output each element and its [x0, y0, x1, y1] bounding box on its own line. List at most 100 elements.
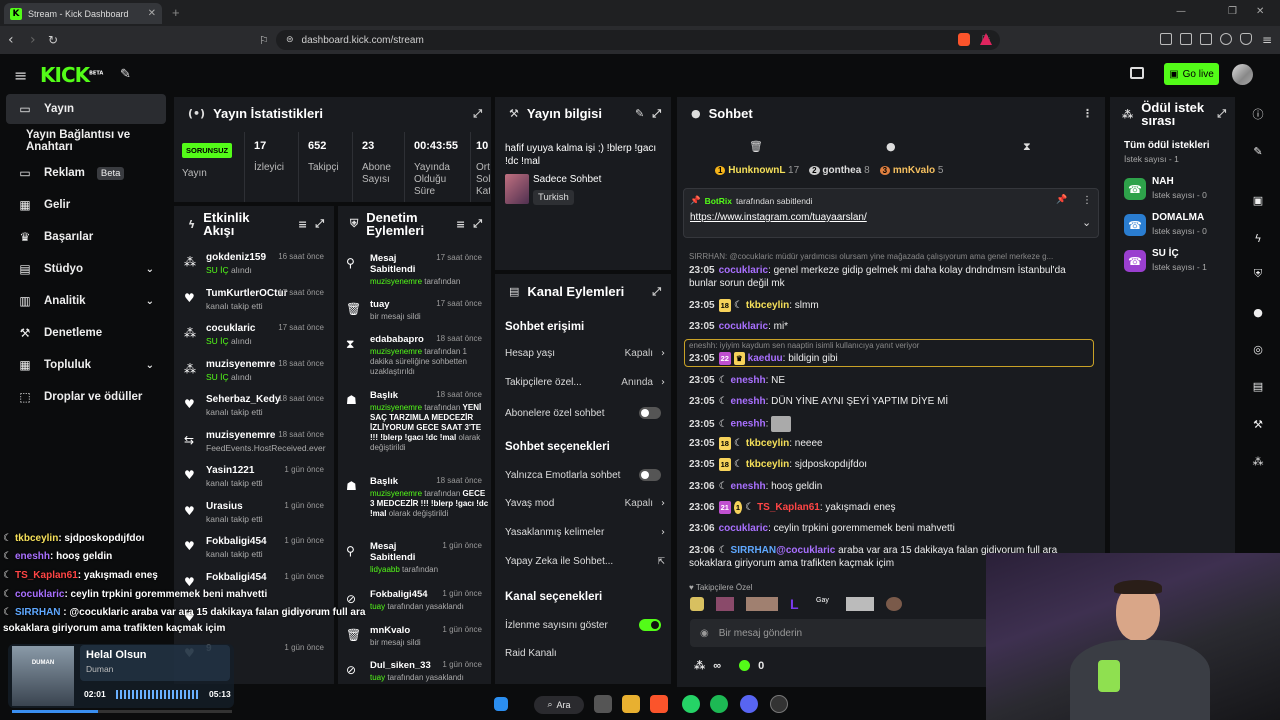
filter-icon[interactable]: ≡ [298, 218, 307, 231]
reward-item[interactable]: ☎ DOMALMA İstek sayısı - 0 [1124, 212, 1234, 242]
ai-chat-row[interactable]: Yapay Zeka ile Sohbet... ⇱ [505, 556, 665, 567]
nav-item-moderation[interactable]: ⚒ Denetleme [6, 318, 166, 348]
nav-item-achievements[interactable]: ♛ Başarılar [6, 222, 166, 252]
more-options-icon[interactable]: ⋮ [1082, 107, 1093, 120]
emoji-icon[interactable]: ◉ [700, 628, 709, 639]
nav-item-stream[interactable]: ▭ Yayın [6, 94, 166, 124]
expand-icon[interactable]: ⤢ [1217, 107, 1226, 121]
emote[interactable] [690, 597, 704, 611]
brave-shield-icon[interactable] [958, 33, 970, 46]
chat-bubble-icon[interactable]: ● [886, 140, 896, 153]
emote[interactable] [746, 597, 778, 611]
moderation-item[interactable]: ⊘ Fokbaligi454 1 gün önce tuay tarafında… [346, 589, 496, 629]
brave-browser-icon[interactable] [650, 695, 668, 713]
filter-icon[interactable]: ≡ [456, 218, 465, 231]
broadcast-icon[interactable]: ◎ [1248, 339, 1268, 359]
reload-icon[interactable]: ↻ [48, 33, 58, 47]
chat-message[interactable]: 23:05 18 ☾ tkbceylin: neeee [689, 437, 1095, 450]
chat-username[interactable]: eneshh [731, 375, 766, 386]
activity-item[interactable]: ⇆ muzisyenemre 18 saat önce FeedEvents.H… [184, 430, 328, 464]
nav-item-stream-key[interactable]: Yayın Bağlantısı ve Anahtarı [6, 126, 176, 156]
moderation-item[interactable]: ⚲ Mesaj Sabitlendi 17 saat önce muzisyen… [346, 253, 496, 293]
expand-icon[interactable]: ⤢ [473, 217, 482, 231]
emotes-only-toggle[interactable] [639, 469, 661, 481]
downloads-icon[interactable] [1220, 33, 1232, 45]
pinned-link[interactable]: https://www.instagram.com/tuayaarslan/ [690, 212, 867, 223]
back-icon[interactable]: ‹ [8, 32, 14, 48]
top-gifter-3[interactable]: 3 mnKvalo 5 [879, 165, 943, 176]
moderation-item[interactable]: ⚲ Mesaj Sabitlendi 1 gün önce lidyaabb t… [346, 541, 496, 581]
moderation-item[interactable]: ☗ Başlık 18 saat önce muzisyenemre taraf… [346, 390, 496, 452]
taskbar-search[interactable]: ⌕ Ara [534, 696, 584, 714]
go-live-button[interactable]: ▣ Go live [1164, 63, 1219, 85]
reward-icon[interactable]: ⁂ [1248, 451, 1268, 471]
browser-menu-icon[interactable]: ≡ [1262, 33, 1272, 47]
expand-icon[interactable]: ⤢ [473, 107, 482, 121]
reward-item[interactable]: ☎ SU İÇ İstek sayısı - 1 [1124, 248, 1234, 278]
chat-message[interactable]: 23:05 ☾ eneshh: [689, 416, 1095, 432]
activity-item[interactable]: ♥ Fokbaligi454 1 gün önce kanalı takip e… [184, 536, 328, 570]
chat-message[interactable]: 23:05 ☾ eneshh: NE [689, 374, 1095, 387]
chat-username[interactable]: cocuklaric [719, 265, 768, 276]
chat-username[interactable]: tkbceylin [746, 438, 789, 449]
emote[interactable] [716, 597, 734, 611]
chat-username[interactable]: cocuklaric [719, 321, 768, 332]
activity-item[interactable]: ⁂ cocuklaric 17 saat önce SU İÇ alındı [184, 323, 328, 357]
unpin-icon[interactable]: 📌 [1056, 195, 1067, 205]
show-viewers-toggle[interactable] [639, 619, 661, 631]
chevron-down-icon[interactable]: ⌄ [1082, 216, 1091, 229]
moderation-item[interactable]: ⊘ Dul_siken_33 1 gün önce tuay tarafında… [346, 660, 496, 700]
chat-username[interactable]: SIRRHAN [731, 545, 777, 556]
all-rewards-label[interactable]: Tüm ödül istekleri [1124, 140, 1210, 151]
pin-sidebar-icon[interactable]: ✎ [120, 66, 131, 82]
chat-username[interactable]: eneshh [731, 481, 766, 492]
maximize-icon[interactable]: ❐ [1228, 6, 1237, 17]
followers-only-row[interactable]: Takipçilere özel... Anında › [505, 377, 665, 388]
activity-item[interactable]: ♥ Urasius 1 gün önce kanalı takip etti [184, 501, 328, 535]
expand-icon[interactable]: ⤢ [315, 217, 324, 231]
windows-start-icon[interactable] [494, 697, 508, 711]
points-icon[interactable]: ⁂ [694, 659, 705, 672]
reward-item[interactable]: ☎ NAH İstek sayısı - 0 [1124, 176, 1234, 206]
subs-only-toggle[interactable] [639, 407, 661, 419]
nav-item-analytics[interactable]: ▥ Analitik ⌄ [6, 286, 166, 316]
chat-icon[interactable]: ● [1248, 302, 1268, 322]
chat-username[interactable]: tkbceylin [746, 300, 789, 311]
close-window-icon[interactable]: ✕ [1256, 6, 1264, 17]
chat-username[interactable]: kaeduu [748, 353, 783, 364]
chat-message[interactable]: 23:06 21 1 ☾ TS_Kaplan61: yakışmadı eneş [689, 501, 1095, 514]
activity-item[interactable]: ⁂ gokdeniz159 16 saat önce SU İÇ alındı [184, 252, 328, 286]
channel-icon[interactable]: ▤ [1248, 376, 1268, 396]
activity-item[interactable]: ♥ Yasin1221 1 gün önce kanalı takip etti [184, 465, 328, 499]
brave-rewards-icon[interactable] [980, 33, 992, 45]
nav-item-ads[interactable]: ▭ Reklam Beta [6, 158, 166, 188]
chat-message[interactable]: 23:05 cocuklaric: genel merkeze gidip gel… [689, 264, 1095, 290]
vpn-icon[interactable] [1240, 33, 1252, 45]
new-tab-icon[interactable]: + [172, 5, 180, 20]
preview-icon[interactable] [1130, 67, 1144, 79]
emote[interactable] [886, 597, 902, 611]
chat-input[interactable]: ◉ Bir mesaj gönderin [690, 619, 988, 647]
chat-username[interactable]: TS_Kaplan61 [757, 502, 820, 513]
emote[interactable]: L [790, 597, 804, 611]
emote[interactable]: Gay [816, 597, 834, 611]
file-explorer-icon[interactable] [622, 695, 640, 713]
activity-item[interactable]: ♥ Seherbaz_Kedy 18 saat önce kanalı taki… [184, 394, 328, 428]
top-gifter-1[interactable]: 1 HunknownL 17 [715, 165, 799, 176]
minimize-icon[interactable]: — [1176, 6, 1186, 17]
chat-message[interactable]: 23:05 22 ♛ kaeduu: bildigin gibi [689, 352, 1095, 365]
whatsapp-icon[interactable] [682, 695, 700, 713]
info-icon[interactable]: ⓘ [1248, 104, 1268, 124]
raid-row[interactable]: Raid Kanalı [505, 648, 665, 659]
nav-item-revenue[interactable]: ▦ Gelir [6, 190, 166, 220]
chat-username[interactable]: tkbceylin [746, 459, 789, 470]
chat-username[interactable]: eneshh [731, 396, 766, 407]
obs-icon[interactable] [770, 695, 788, 713]
extensions-icon[interactable] [1160, 33, 1172, 45]
moderation-item[interactable]: 🗑 mnKvalo 1 gün önce bir mesajı sildi [346, 625, 496, 665]
spotify-icon[interactable] [710, 695, 728, 713]
wrench-icon[interactable]: ⚒ [1248, 414, 1268, 434]
nav-item-community[interactable]: ▦ Topluluk ⌄ [6, 350, 166, 380]
emote[interactable] [846, 597, 874, 611]
activity-item[interactable]: ⁂ muzisyenemre 18 saat önce SU İÇ alındı [184, 359, 328, 393]
